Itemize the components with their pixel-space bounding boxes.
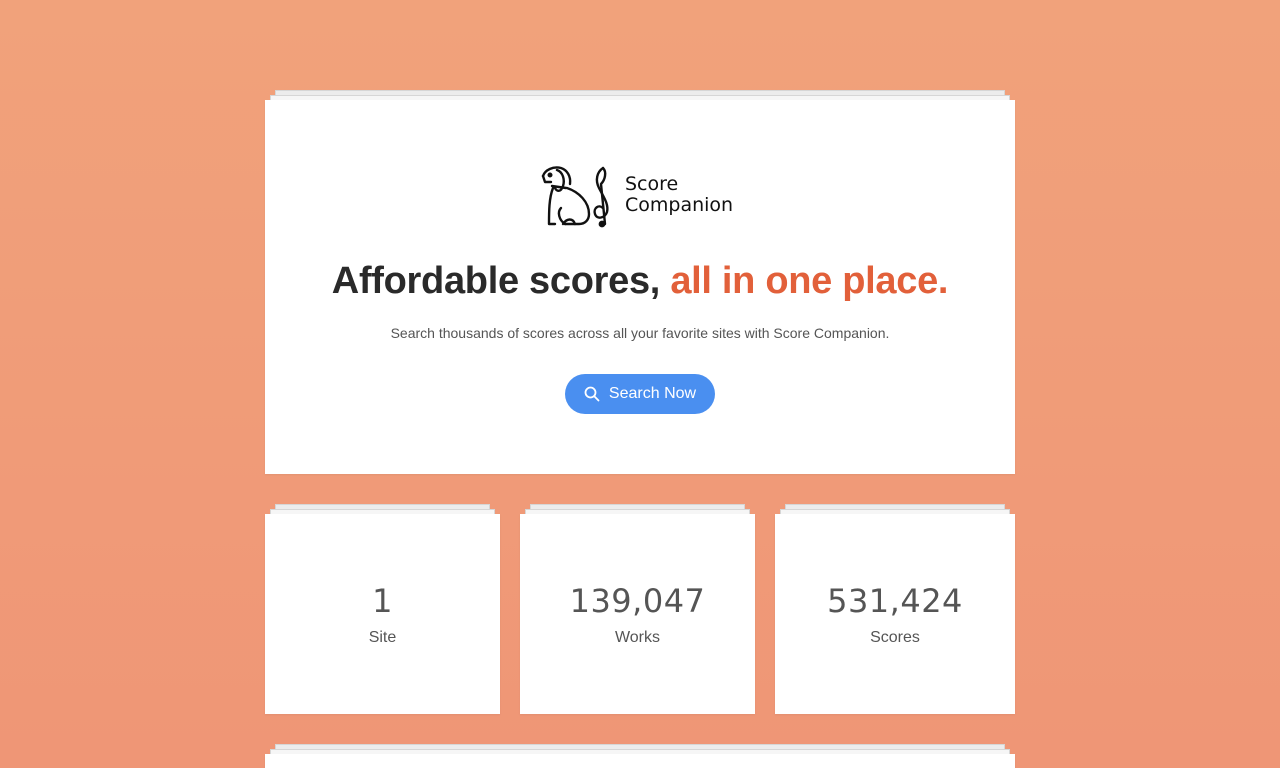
stat-card-body: 139,047 Works: [520, 514, 755, 714]
stat-card-works: 139,047 Works: [520, 504, 755, 714]
stat-label: Works: [614, 629, 661, 646]
stat-value: 1: [372, 582, 393, 620]
stat-card-body: 531,424 Scores: [775, 514, 1015, 714]
hero-subtitle: Search thousands of scores across all yo…: [390, 325, 890, 341]
headline-accent: all in one place.: [670, 260, 949, 302]
brand-logo: Score Companion: [539, 160, 749, 230]
hero-card: Score Companion Affordable scores, all i…: [265, 90, 1015, 474]
stat-card-body: 1 Site: [265, 514, 500, 714]
search-icon: [584, 386, 600, 402]
brand-name-line2: Companion: [625, 194, 734, 216]
dog-treble-clef-icon: [541, 166, 609, 228]
hero-headline: Affordable scores, all in one place.: [265, 260, 1015, 303]
hero-card-body: Score Companion Affordable scores, all i…: [265, 100, 1015, 474]
stat-card-sites: 1 Site: [265, 504, 500, 714]
stat-label: Site: [368, 629, 397, 646]
brand-name: Score Companion: [625, 174, 733, 216]
stat-label: Scores: [870, 629, 920, 646]
stat-card-scores: 531,424 Scores: [775, 504, 1015, 714]
brand-name-line1: Score: [625, 173, 679, 195]
search-now-label: Search Now: [608, 385, 697, 402]
stat-value: 531,424: [827, 582, 963, 620]
stat-value: 139,047: [569, 582, 706, 620]
headline-main: Affordable scores,: [331, 260, 671, 302]
next-section-card: [265, 744, 1015, 768]
search-now-button[interactable]: Search Now: [565, 374, 715, 414]
next-section-card-body: [265, 754, 1015, 768]
